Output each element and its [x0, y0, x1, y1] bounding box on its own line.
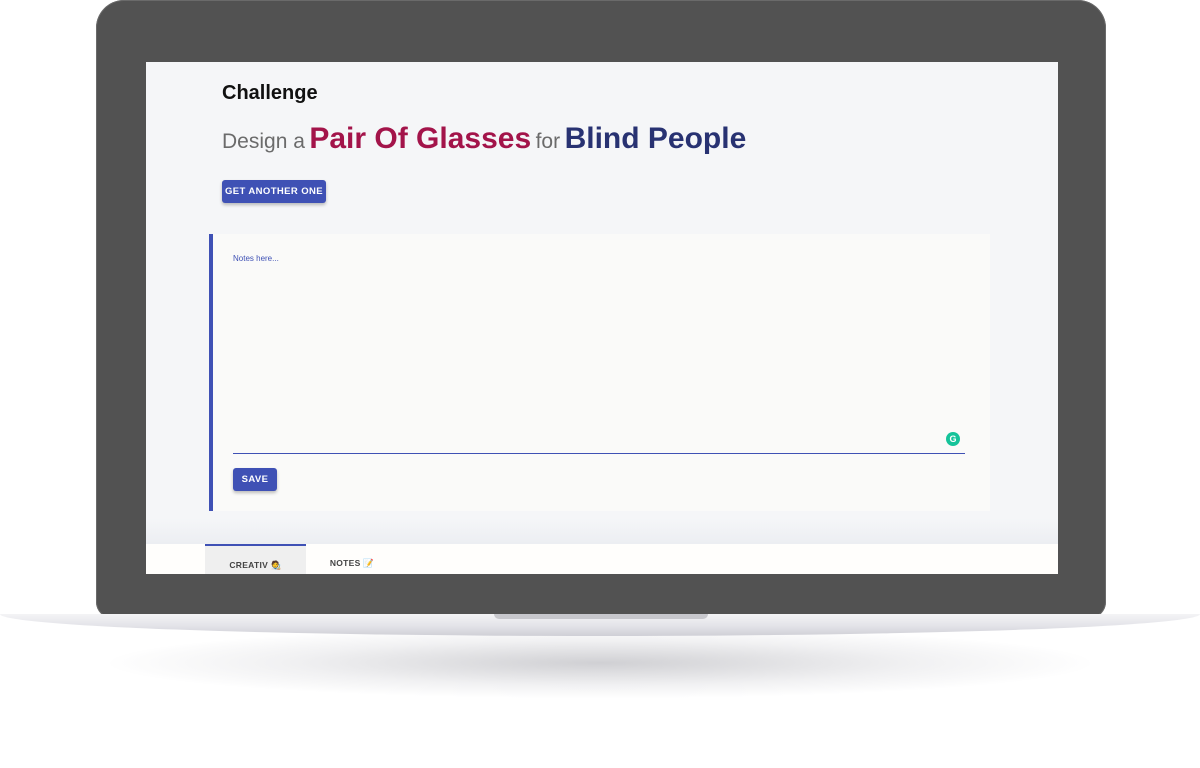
notes-underline [233, 453, 965, 454]
prompt-prefix: Design a [222, 130, 305, 153]
prompt-object: Pair Of Glasses [309, 122, 532, 155]
save-button[interactable]: SAVE [233, 468, 277, 491]
prompt-audience: Blind People [564, 122, 747, 155]
laptop-shadow [110, 628, 1090, 698]
tab-creativ[interactable]: CREATIV 🧑‍🎨 [205, 544, 306, 574]
notes-card: Notes here... G SAVE [209, 234, 990, 511]
notes-textarea[interactable] [233, 248, 967, 458]
laptop-notch [494, 614, 708, 619]
page-title: Challenge [222, 82, 318, 104]
tab-notes[interactable]: NOTES 📝 [316, 544, 388, 574]
tab-bar: CREATIV 🧑‍🎨 NOTES 📝 [146, 544, 1058, 574]
challenge-prompt: Design a Pair Of Glasses for Blind Peopl… [222, 122, 746, 156]
prompt-connector: for [535, 130, 561, 153]
grammarly-icon[interactable]: G [946, 432, 960, 446]
get-another-button[interactable]: GET ANOTHER ONE [222, 180, 326, 203]
app-screen: Challenge Design a Pair Of Glasses for B… [146, 62, 1058, 574]
tab-shade [146, 518, 1058, 544]
